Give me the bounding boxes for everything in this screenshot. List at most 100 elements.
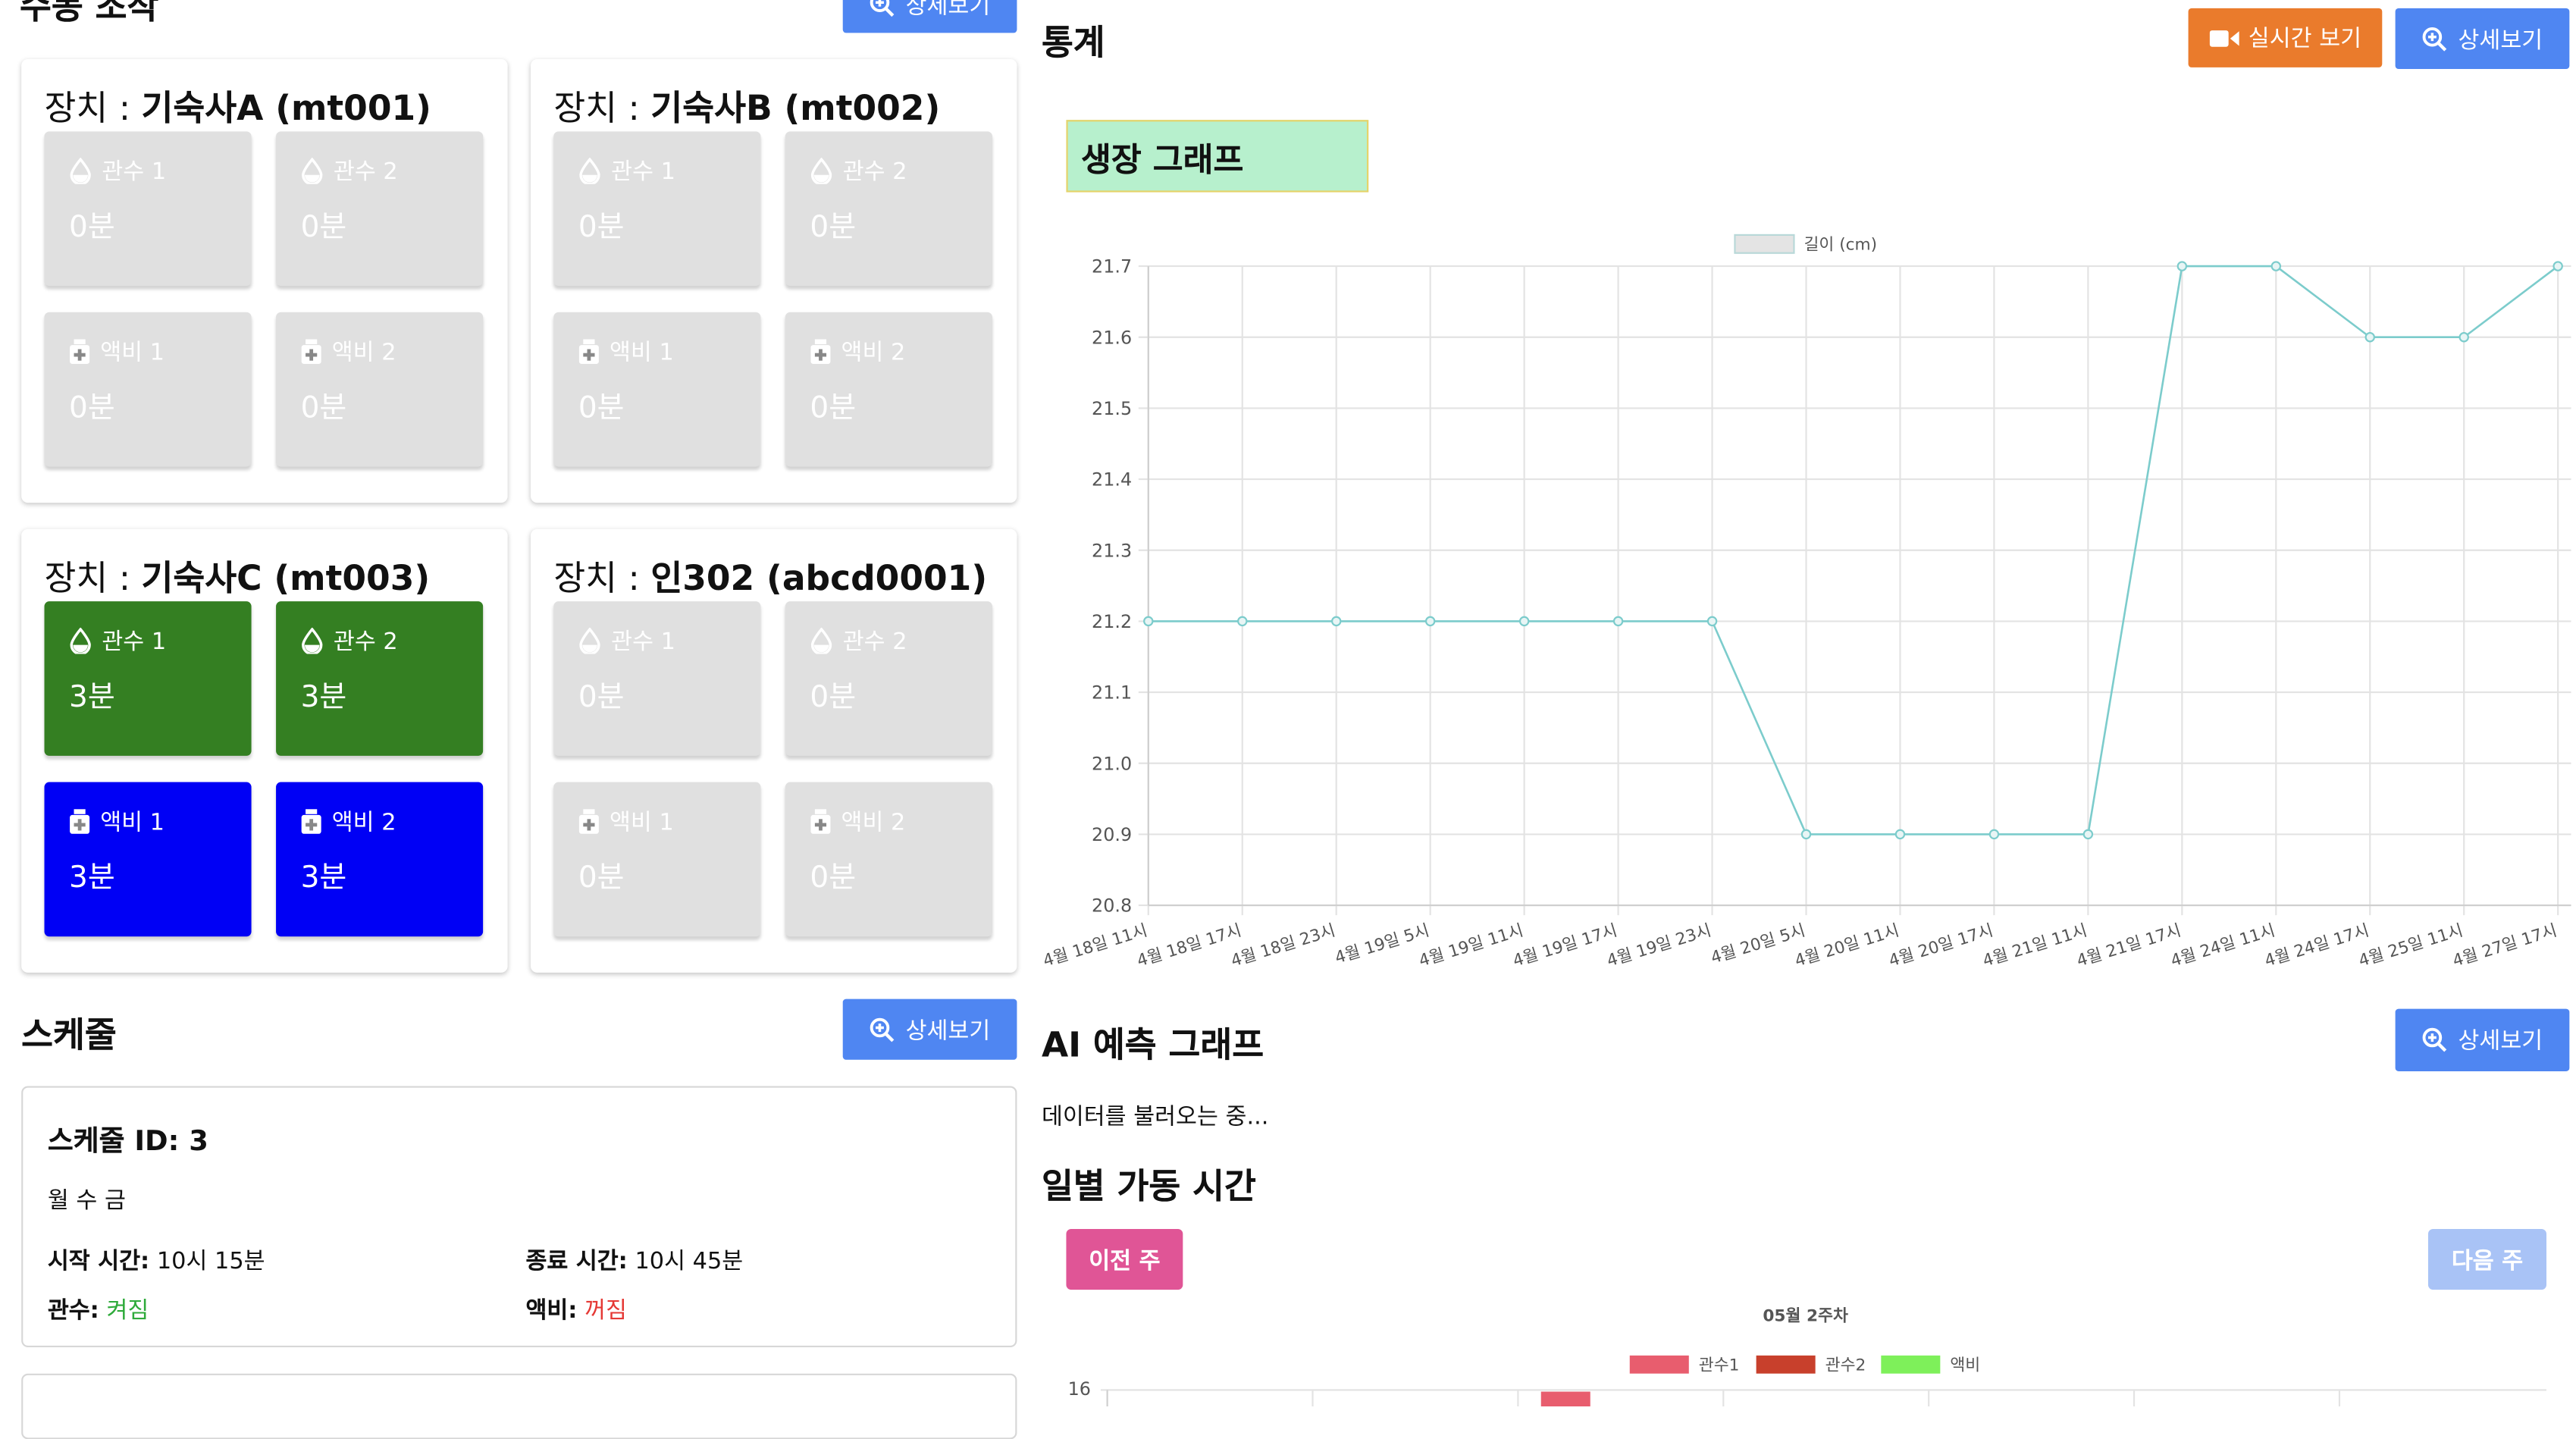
device-title: 장치 : 기숙사B (mt002) bbox=[553, 82, 940, 131]
irrigation-toggle-2[interactable]: 관수 2 0분 bbox=[276, 131, 484, 287]
tile-label-row: 관수 2 bbox=[810, 155, 992, 187]
tile-label-row: 액비 1 bbox=[578, 805, 761, 838]
legend-swatch bbox=[1756, 1355, 1816, 1374]
tile-label-row: 관수 1 bbox=[69, 624, 252, 657]
tile-value: 0분 bbox=[810, 680, 857, 715]
zoom-in-icon bbox=[870, 1016, 896, 1042]
device-name: 인302 (abcd0001) bbox=[650, 558, 988, 598]
growth-graph-title: 생장 그래프 bbox=[1066, 120, 1369, 193]
schedule-title: 스케줄 bbox=[21, 1015, 117, 1055]
nutrient-bottle-icon bbox=[69, 338, 90, 365]
nutrient-toggle-1[interactable]: 액비 1 3분 bbox=[44, 782, 252, 937]
device-name: 기숙사C (mt003) bbox=[141, 558, 431, 598]
nutrient-toggle-2[interactable]: 액비 2 3분 bbox=[276, 782, 484, 937]
tile-label: 액비 2 bbox=[841, 340, 906, 367]
irrigation-toggle-2[interactable]: 관수 2 0분 bbox=[785, 131, 992, 287]
ai-detail-label: 상세보기 bbox=[2458, 1028, 2543, 1055]
irrigation-toggle-1[interactable]: 관수 1 0분 bbox=[553, 131, 761, 287]
zoom-in-icon bbox=[2422, 26, 2449, 52]
tile-value: 0분 bbox=[69, 390, 115, 426]
tile-label: 액비 2 bbox=[841, 810, 906, 837]
irrigation-toggle-1[interactable]: 관수 1 3분 bbox=[44, 601, 252, 756]
tile-value: 0분 bbox=[810, 861, 857, 896]
tile-label: 액비 1 bbox=[100, 810, 165, 837]
schedule-card-next[interactable] bbox=[21, 1373, 1017, 1439]
device-title: 장치 : 인302 (abcd0001) bbox=[553, 552, 987, 601]
control-detail-button[interactable]: 상세보기 bbox=[842, 0, 1017, 33]
x-tick-label: 4월 21일 17시 bbox=[2075, 921, 2184, 971]
droplet-icon bbox=[69, 158, 92, 184]
irrigation-toggle-2[interactable]: 관수 2 0분 bbox=[785, 601, 992, 756]
y-tick-label: 21.6 bbox=[1092, 327, 1132, 348]
irrigation-toggle-2[interactable]: 관수 2 3분 bbox=[276, 601, 484, 756]
schedule-detail-button[interactable]: 상세보기 bbox=[842, 999, 1017, 1060]
y-tick-label: 21.3 bbox=[1092, 540, 1132, 561]
data-point bbox=[1518, 616, 1530, 627]
nutrient-toggle-1[interactable]: 액비 1 0분 bbox=[553, 782, 761, 937]
live-view-label: 실시간 보기 bbox=[2248, 26, 2362, 53]
y-tick-label: 21.1 bbox=[1092, 682, 1132, 704]
nutrient-toggle-2[interactable]: 액비 2 0분 bbox=[276, 312, 484, 467]
next-week-button[interactable]: 다음 주 bbox=[2427, 1228, 2547, 1290]
irrigation-toggle-1[interactable]: 관수 1 0분 bbox=[553, 601, 761, 756]
prev-week-button[interactable]: 이전 주 bbox=[1066, 1228, 1183, 1290]
x-tick-label: 4월 25일 11시 bbox=[2356, 921, 2465, 971]
data-point bbox=[1612, 616, 1624, 627]
tile-label: 액비 1 bbox=[100, 340, 165, 367]
device-title-prefix: 장치 : bbox=[44, 89, 142, 129]
nutrient-bottle-icon bbox=[301, 808, 322, 835]
tile-label-row: 액비 1 bbox=[578, 335, 761, 368]
device-title-prefix: 장치 : bbox=[44, 558, 142, 598]
live-view-button[interactable]: 실시간 보기 bbox=[2188, 8, 2383, 67]
x-tick-label: 4월 20일 5시 bbox=[1709, 921, 1807, 968]
tile-label-row: 액비 1 bbox=[69, 335, 252, 368]
tile-label: 관수 1 bbox=[611, 629, 675, 656]
nutrient-bottle-icon bbox=[301, 338, 322, 365]
x-tick-label: 4월 19일 11시 bbox=[1417, 921, 1526, 971]
nutrient-bottle-icon bbox=[810, 338, 831, 365]
schedule-id: 스케줄 ID: 3 bbox=[47, 1125, 208, 1158]
irrigation-label: 관수: bbox=[47, 1298, 99, 1325]
tile-value: 0분 bbox=[578, 390, 625, 426]
nutrient-toggle-1[interactable]: 액비 1 0분 bbox=[44, 312, 252, 467]
tile-value: 0분 bbox=[69, 210, 115, 245]
tile-label-row: 액비 2 bbox=[301, 335, 484, 368]
tile-label: 관수 2 bbox=[333, 629, 398, 656]
data-point bbox=[1331, 616, 1342, 627]
nutrient-bottle-icon bbox=[69, 808, 90, 835]
growth-chart: 길이 (cm) 21.7 21.6 21.5 21.4 21.3 21.2 21.1 21.0 2… bbox=[1041, 234, 2571, 971]
stats-detail-button[interactable]: 상세보기 bbox=[2395, 8, 2570, 70]
x-tick-label: 4월 24일 17시 bbox=[2262, 921, 2371, 971]
schedule-days: 월 수 금 bbox=[47, 1187, 126, 1215]
data-point bbox=[2176, 261, 2188, 271]
tile-label: 관수 2 bbox=[842, 629, 907, 656]
device-title-prefix: 장치 : bbox=[553, 558, 651, 598]
tile-value: 0분 bbox=[578, 210, 625, 245]
nutrient-label: 액비: bbox=[525, 1298, 578, 1325]
data-point bbox=[1800, 829, 1812, 840]
end-time-value: 10시 45분 bbox=[635, 1248, 744, 1275]
manual-control-title: 수동 조작 bbox=[20, 0, 159, 27]
legend-swatch bbox=[1734, 234, 1795, 254]
tile-label-row: 액비 2 bbox=[810, 805, 992, 838]
x-tick-label: 4월 21일 11시 bbox=[1981, 921, 2090, 971]
tile-label: 관수 1 bbox=[102, 159, 167, 186]
nutrient-status: 꺼짐 bbox=[584, 1298, 627, 1325]
x-tick-label: 4월 19일 17시 bbox=[1511, 921, 1620, 971]
tile-label: 액비 2 bbox=[331, 340, 396, 367]
droplet-icon bbox=[810, 158, 832, 184]
tile-value: 0분 bbox=[810, 210, 857, 245]
data-point bbox=[2552, 261, 2563, 271]
nutrient-toggle-2[interactable]: 액비 2 0분 bbox=[785, 782, 992, 937]
zoom-in-icon bbox=[2422, 1027, 2449, 1053]
data-point bbox=[2458, 332, 2469, 343]
irrigation-toggle-1[interactable]: 관수 1 0분 bbox=[44, 131, 252, 287]
nutrient-toggle-2[interactable]: 액비 2 0분 bbox=[785, 312, 992, 467]
ai-detail-button[interactable]: 상세보기 bbox=[2395, 1008, 2570, 1071]
schedule-card[interactable]: 스케줄 ID: 3 월 수 금 시작 시간: 10시 15분 종료 시간: 10… bbox=[21, 1086, 1017, 1348]
x-tick-label: 4월 27일 17시 bbox=[2450, 921, 2559, 971]
nutrient-toggle-1[interactable]: 액비 1 0분 bbox=[553, 312, 761, 467]
y-tick-label: 21.2 bbox=[1092, 611, 1132, 632]
schedule-start: 시작 시간: 10시 15분 bbox=[48, 1243, 265, 1276]
tile-value: 0분 bbox=[300, 210, 347, 245]
